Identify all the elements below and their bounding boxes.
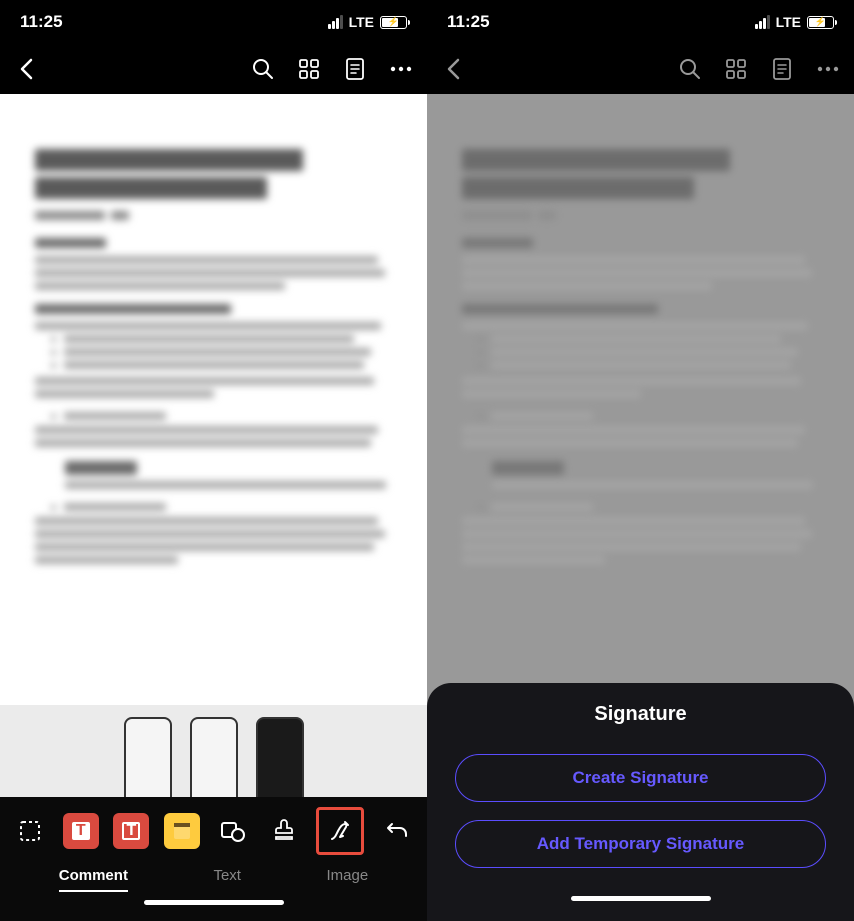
status-time: 11:25 [20, 12, 63, 32]
select-area-tool[interactable] [12, 813, 48, 849]
annotation-tabs: Comment Text Image [12, 867, 415, 900]
phone-image [124, 717, 172, 797]
more-icon[interactable] [816, 57, 840, 81]
status-time: 11:25 [447, 12, 490, 32]
battery-icon: ⚡ [807, 16, 834, 29]
back-button[interactable] [14, 57, 38, 81]
top-toolbar [427, 44, 854, 94]
document-page-2 [0, 705, 427, 797]
right-screen: 11:25 LTE ⚡ [427, 0, 854, 921]
shape-tool[interactable] [215, 813, 251, 849]
sticky-note-tool[interactable] [164, 813, 200, 849]
add-temporary-signature-button[interactable]: Add Temporary Signature [455, 820, 826, 868]
search-icon[interactable] [678, 57, 702, 81]
document-viewport[interactable] [0, 94, 427, 797]
grid-view-icon[interactable] [724, 57, 748, 81]
status-right: LTE ⚡ [755, 14, 834, 30]
left-screen: 11:25 LTE ⚡ [0, 0, 427, 921]
signature-sheet: Signature Create Signature Add Temporary… [427, 683, 854, 921]
more-icon[interactable] [389, 57, 413, 81]
document-view-icon[interactable] [770, 57, 794, 81]
search-icon[interactable] [251, 57, 275, 81]
network-label: LTE [776, 14, 801, 30]
stamp-tool[interactable] [266, 813, 302, 849]
sheet-title: Signature [455, 703, 826, 726]
undo-button[interactable] [379, 813, 415, 849]
home-indicator[interactable] [571, 896, 711, 901]
grid-view-icon[interactable] [297, 57, 321, 81]
status-right: LTE ⚡ [328, 14, 407, 30]
top-toolbar [0, 44, 427, 94]
status-bar: 11:25 LTE ⚡ [0, 0, 427, 44]
document-view-icon[interactable] [343, 57, 367, 81]
phone-image [256, 717, 304, 797]
tab-text[interactable]: Text [213, 867, 241, 892]
create-signature-button[interactable]: Create Signature [455, 754, 826, 802]
document-page [0, 94, 427, 633]
annotation-toolbar: T T Comment Text Image [0, 797, 427, 921]
back-button[interactable] [441, 57, 465, 81]
tab-comment[interactable]: Comment [59, 867, 128, 892]
signature-tool[interactable] [316, 807, 364, 855]
status-bar: 11:25 LTE ⚡ [427, 0, 854, 44]
battery-icon: ⚡ [380, 16, 407, 29]
text-box-tool[interactable]: T [113, 813, 149, 849]
text-highlight-tool[interactable]: T [63, 813, 99, 849]
tab-image[interactable]: Image [327, 867, 369, 892]
document-page [427, 94, 854, 633]
signal-icon [755, 15, 770, 29]
network-label: LTE [349, 14, 374, 30]
phone-image [190, 717, 238, 797]
signal-icon [328, 15, 343, 29]
home-indicator[interactable] [144, 900, 284, 905]
